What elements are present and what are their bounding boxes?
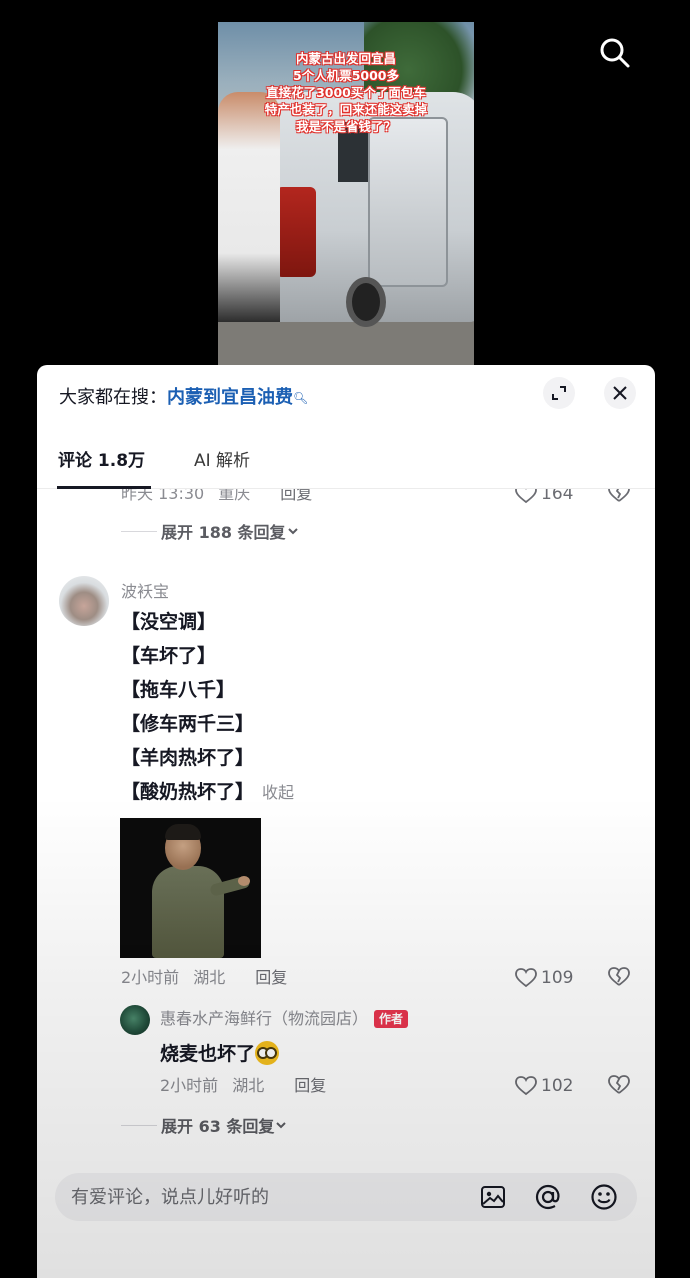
chevron-down-icon bbox=[276, 1122, 287, 1129]
comment-text-line: 【车坏了】 bbox=[121, 645, 217, 667]
caption-line: 内蒙古出发回宜昌 bbox=[295, 51, 396, 66]
avatar[interactable] bbox=[120, 1005, 150, 1035]
comment-text-line: 【羊肉热坏了】 bbox=[121, 747, 255, 769]
reply-username-text: 惠春水产海鲜行（物流园店） bbox=[160, 1009, 369, 1028]
video-preview[interactable]: 内蒙古出发回宜昌 5个人机票5000多 直接花了3000买个了面包车 特产也装了… bbox=[218, 22, 474, 365]
reply-button[interactable]: 回复 bbox=[294, 1076, 326, 1095]
shocked-emoji-icon bbox=[255, 1041, 280, 1065]
like-button[interactable]: 102 bbox=[515, 1075, 573, 1097]
expand-icon bbox=[552, 386, 566, 400]
comment-location: 湖北 bbox=[193, 968, 226, 987]
comment-text-line: 【修车两千三】 bbox=[121, 713, 255, 735]
comment-username[interactable]: 波袄宝 bbox=[121, 578, 169, 602]
like-count: 109 bbox=[541, 968, 574, 988]
comment-input[interactable] bbox=[71, 1186, 451, 1208]
reply-time: 2小时前 bbox=[160, 1076, 219, 1095]
video-caption: 内蒙古出发回宜昌 5个人机票5000多 直接花了3000买个了面包车 特产也装了… bbox=[218, 50, 474, 135]
broken-heart-icon bbox=[608, 1075, 630, 1094]
heart-icon bbox=[515, 968, 537, 988]
chevron-down-icon bbox=[287, 528, 298, 535]
broken-heart-icon bbox=[608, 489, 630, 502]
dislike-button[interactable] bbox=[608, 489, 630, 507]
comment-panel: 大家都在搜：内蒙到宜昌油费🔍︎ 评论 1.8万 AI 解析 昨天 13:30 重庆… bbox=[37, 365, 655, 1278]
meme-figure-body bbox=[152, 866, 224, 958]
heart-icon bbox=[515, 489, 537, 504]
like-count: 164 bbox=[541, 489, 574, 504]
comment-text-line: 【拖车八千】 bbox=[121, 679, 236, 701]
comment-location: 重庆 bbox=[218, 489, 251, 503]
close-icon bbox=[613, 386, 627, 400]
dislike-button[interactable] bbox=[608, 967, 630, 991]
search-icon: 🔍︎ bbox=[293, 391, 309, 405]
image-button[interactable] bbox=[479, 1183, 507, 1211]
expand-replies-label: 展开 188 条回复 bbox=[161, 523, 286, 542]
expand-button[interactable] bbox=[543, 377, 575, 409]
caption-line: 直接花了3000买个了面包车 bbox=[266, 85, 426, 100]
search-icon bbox=[600, 38, 630, 68]
tail-light bbox=[276, 187, 316, 277]
smiley-icon bbox=[591, 1184, 617, 1210]
comment-text-line: 【酸奶热坏了】 收起 bbox=[121, 779, 294, 806]
author-badge: 作者 bbox=[374, 1010, 409, 1028]
tab-bar: 评论 1.8万 AI 解析 bbox=[37, 435, 655, 489]
avatar[interactable] bbox=[59, 576, 109, 626]
reply-text: 烧麦也坏了 bbox=[160, 1041, 280, 1067]
comment-image[interactable] bbox=[120, 818, 261, 958]
expand-replies-label: 展开 63 条回复 bbox=[161, 1117, 275, 1136]
comment-time: 昨天 13:30 bbox=[121, 489, 205, 503]
close-button[interactable] bbox=[604, 377, 636, 409]
dislike-button[interactable] bbox=[608, 1075, 630, 1099]
comment-text: 【酸奶热坏了】 bbox=[121, 781, 255, 803]
comment-meta: 2小时前 湖北 回复 bbox=[121, 967, 287, 989]
van-door bbox=[368, 117, 448, 287]
like-count: 102 bbox=[541, 1076, 574, 1096]
comment-text-line: 【没空调】 bbox=[121, 611, 217, 633]
divider bbox=[121, 530, 157, 532]
reply-meta: 2小时前 湖北 回复 bbox=[160, 1075, 326, 1097]
comment-meta: 昨天 13:30 重庆 回复 bbox=[121, 489, 312, 505]
expand-replies[interactable]: 展开 188 条回复 bbox=[121, 519, 300, 543]
reply-text-content: 烧麦也坏了 bbox=[160, 1043, 256, 1065]
hot-search-bar[interactable]: 大家都在搜：内蒙到宜昌油费🔍︎ bbox=[59, 385, 308, 411]
at-sign-icon bbox=[535, 1184, 560, 1210]
like-button[interactable]: 109 bbox=[515, 967, 573, 989]
comment-time: 2小时前 bbox=[121, 968, 180, 987]
expand-replies[interactable]: 展开 63 条回复 bbox=[121, 1113, 288, 1137]
meme-figure-hand bbox=[238, 876, 250, 886]
tab-ai-analysis[interactable]: AI 解析 bbox=[194, 449, 250, 473]
reply-location: 湖北 bbox=[232, 1076, 265, 1095]
caption-line: 5个人机票5000多 bbox=[293, 68, 399, 83]
hot-search-term[interactable]: 内蒙到宜昌油费 bbox=[167, 387, 293, 408]
reply-button[interactable]: 回复 bbox=[255, 968, 287, 987]
wheel bbox=[346, 277, 386, 327]
heart-icon bbox=[515, 1076, 537, 1096]
search-button[interactable] bbox=[596, 34, 632, 70]
hot-search-label: 大家都在搜： bbox=[59, 387, 167, 408]
collapse-button[interactable]: 收起 bbox=[262, 783, 294, 802]
emoji-button[interactable] bbox=[590, 1183, 618, 1211]
reply-username[interactable]: 惠春水产海鲜行（物流园店） 作者 bbox=[160, 1008, 409, 1030]
caption-line: 特产也装了，回来还能这卖掉 bbox=[264, 102, 428, 117]
reply-button[interactable]: 回复 bbox=[280, 489, 312, 503]
meme-figure-hair bbox=[165, 824, 201, 840]
image-icon bbox=[481, 1186, 505, 1208]
tab-comments[interactable]: 评论 1.8万 bbox=[58, 449, 145, 473]
comment-list[interactable]: 昨天 13:30 重庆 回复 164 展开 188 条回复 波袄宝 【没空调】 【车… bbox=[37, 489, 655, 1169]
caption-line: 我是不是省钱了？ bbox=[295, 119, 396, 134]
divider bbox=[121, 1124, 157, 1126]
comment-input-bar bbox=[55, 1173, 637, 1221]
broken-heart-icon bbox=[608, 967, 630, 986]
like-button[interactable]: 164 bbox=[515, 489, 573, 505]
mention-button[interactable] bbox=[534, 1183, 562, 1211]
